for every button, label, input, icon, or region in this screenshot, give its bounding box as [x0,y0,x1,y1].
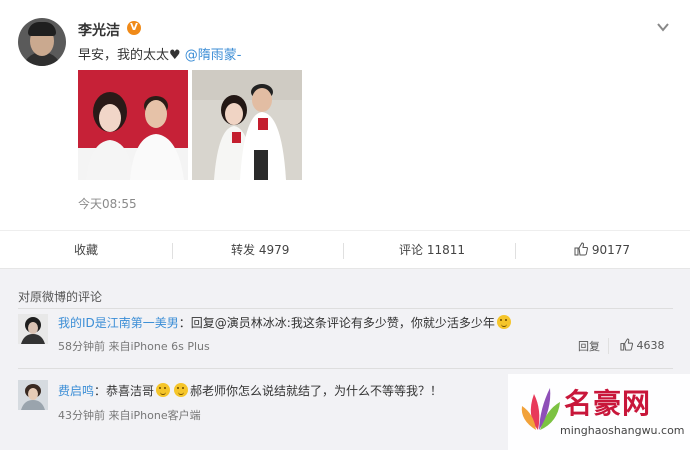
crying-emoji-icon [156,383,171,397]
comment-like-button[interactable]: 4638 [620,338,665,352]
repost-button[interactable]: 转发 4979 [231,231,289,269]
watermark-logo-icon [521,388,560,430]
comment-body-2: 郝老师你怎么说结就结了，为什么不等等我？！ [190,384,443,398]
post-timestamp: 今天08:55 [78,197,137,211]
thumbs-up-icon [620,338,634,351]
smile-emoji-icon [496,315,511,329]
comments-title: 对原微博的评论 [18,290,103,304]
author-name[interactable]: 李光洁 [78,20,120,40]
commenter-avatar[interactable] [18,380,48,410]
mention-link[interactable]: @隋雨蒙- [185,48,242,63]
like-count: 90177 [591,243,631,257]
watermark: 名豪网 minghaoshangwu.com [508,374,690,450]
chevron-down-icon[interactable] [656,20,670,34]
favorite-button[interactable]: 收藏 [74,231,98,269]
comment-body: ：恭喜洁哥 [94,384,155,398]
post-photo-2[interactable] [192,70,302,180]
comment-meta: 43分钟前 来自iPhone客户端 [58,409,201,422]
comment-username[interactable]: 费启鸣 [58,384,94,398]
watermark-title: 名豪网 [564,387,652,420]
divider [18,368,673,369]
divider [515,243,516,259]
verified-badge-icon: V [127,21,141,35]
comment-text: 我的ID是江南第一美男：回复@演员林冰冰:我这条评论有多少赞，你就少活多少年 [58,314,513,331]
post-photo-1[interactable] [78,70,188,180]
divider [172,243,173,259]
post-text: 早安，我的太太♥ @隋雨蒙- [78,44,242,63]
divider [343,243,344,259]
divider [18,308,673,309]
comment-button[interactable]: 评论 11811 [399,231,465,269]
reply-button[interactable]: 回复 [578,338,600,354]
watermark-url: minghaoshangwu.com [560,424,685,437]
weibo-post-card: 李光洁 V 早安，我的太太♥ @隋雨蒙- 今天08:55 收藏 转发 4979 … [0,0,690,269]
commenter-avatar[interactable] [18,314,48,344]
like-button[interactable]: 90177 [574,231,630,269]
comment-body: ：回复@演员林冰冰:我这条评论有多少赞，你就少活多少年 [178,316,495,330]
crying-emoji-icon [174,383,189,397]
action-bar: 收藏 转发 4979 评论 11811 90177 [0,230,690,269]
thumbs-up-icon [574,242,589,256]
comment-text: 费启鸣：恭喜洁哥 郝老师你怎么说结就结了，为什么不等等我？！ [58,382,442,399]
post-text-body: 早安，我的太太♥ [78,48,185,63]
comment-like-count: 4638 [636,339,665,352]
comment-username[interactable]: 我的ID是江南第一美男 [58,316,179,330]
divider [608,338,609,354]
comment-meta: 58分钟前 来自iPhone 6s Plus [58,340,210,353]
author-avatar[interactable] [18,18,66,66]
